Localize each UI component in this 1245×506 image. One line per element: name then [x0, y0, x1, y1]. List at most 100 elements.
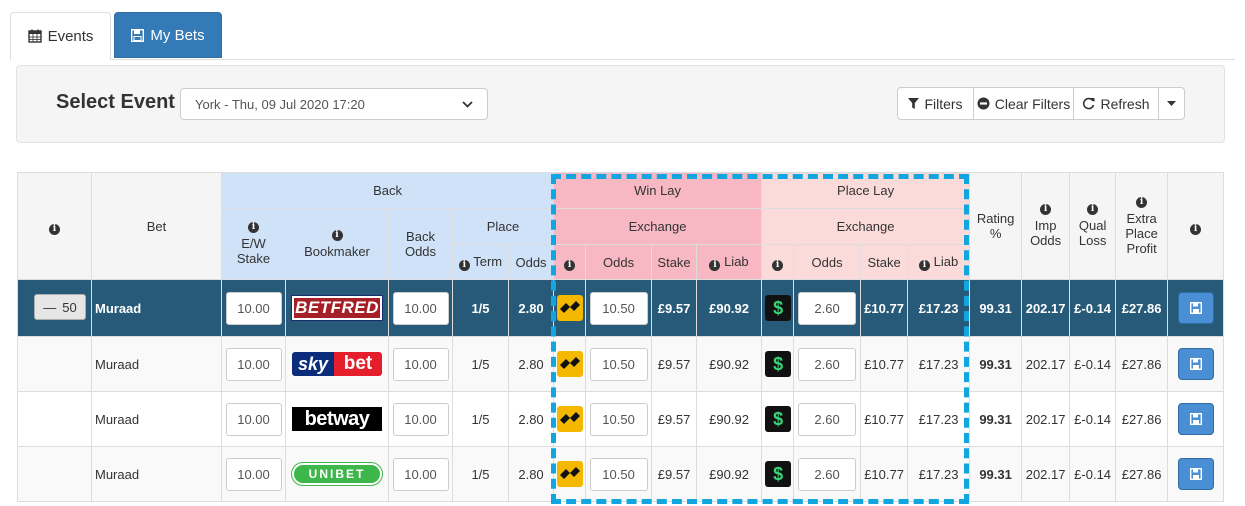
more-options-dropdown[interactable]	[1158, 87, 1185, 120]
save-cell	[1167, 391, 1225, 447]
win-lay-odds-input[interactable]: 10.50	[589, 291, 648, 325]
ew-stake-input[interactable]: 10.00	[225, 291, 282, 325]
back-odds-input[interactable]: 10.00	[392, 402, 449, 436]
qual-loss-header: i Qual Loss	[1069, 172, 1117, 280]
place-lay-odds-cell: 2.60	[793, 446, 862, 502]
ew-stake-input[interactable]: 10.00	[225, 347, 282, 381]
refresh-button[interactable]: Refresh	[1073, 87, 1159, 120]
rating-cell: 99.31	[969, 279, 1023, 337]
save-button[interactable]	[1177, 458, 1214, 490]
place-odds-cell: 2.80	[507, 446, 555, 502]
bookmaker-header-label: Bookmaker	[304, 243, 370, 259]
imp-odds-cell: 202.17	[1021, 391, 1071, 447]
clear-filters-button[interactable]: Clear Filters	[973, 87, 1074, 120]
filters-button-label: Filters	[924, 95, 963, 112]
calendar-icon	[27, 29, 42, 43]
win-lay-odds-input[interactable]: 10.50	[589, 347, 648, 381]
place-lay-odds-input[interactable]: 2.60	[798, 291, 857, 325]
place-exchange-header: Exchange	[761, 208, 971, 245]
rating-header: Rating %	[969, 172, 1023, 280]
place-liab-cell: £17.23	[907, 391, 971, 447]
table-row[interactable]: Muraad 10.00 UNIBET 10.00 1/5 2.80 10.50…	[17, 446, 1245, 502]
win-lay-odds-cell: 10.50	[585, 279, 653, 337]
win-lay-odds-input[interactable]: 10.50	[589, 457, 648, 491]
skybet-logo-sky: sky	[292, 352, 334, 376]
unibet-logo: UNIBET	[292, 463, 382, 485]
extra-place-profit-header: i Extra Place Profit	[1115, 172, 1169, 280]
place-lay-odds-input[interactable]: 2.60	[798, 402, 857, 436]
back-odds-input[interactable]: 10.00	[392, 457, 449, 491]
smarkets-exchange-icon[interactable]: $	[765, 461, 792, 487]
bet-header: Bet	[91, 172, 222, 280]
win-stake-cell: £9.57	[651, 336, 698, 392]
ew-stake-cell: 10.00	[221, 446, 286, 502]
extra-place-profit-cell: £27.86	[1115, 279, 1169, 337]
info-header: i	[17, 172, 92, 280]
win-liab-cell: £90.92	[696, 391, 763, 447]
info-icon: i	[709, 259, 721, 271]
place-odds-cell: 2.80	[507, 279, 555, 337]
term-cell: 1/5	[452, 391, 509, 447]
place-liab-cell: £17.23	[907, 446, 971, 502]
place-stake-cell: £10.77	[860, 391, 909, 447]
betfred-logo: BETFRED	[292, 296, 382, 320]
bet-name: Muraad	[91, 391, 222, 447]
minus-icon: —	[43, 299, 57, 315]
back-odds-cell: 10.00	[388, 446, 453, 502]
betfair-exchange-icon[interactable]	[557, 351, 584, 377]
place-lay-odds-input[interactable]: 2.60	[798, 457, 857, 491]
place-lay-odds-input[interactable]: 2.60	[798, 347, 857, 381]
betfair-exchange-icon[interactable]	[557, 295, 584, 321]
win-stake-cell: £9.57	[651, 391, 698, 447]
filters-button[interactable]: Filters	[897, 87, 974, 120]
place-liab-header: i Liab	[907, 244, 971, 280]
info-icon: i	[1087, 204, 1099, 215]
rating-cell: 99.31	[969, 391, 1023, 447]
save-button[interactable]	[1177, 403, 1214, 435]
back-odds-input[interactable]: 10.00	[392, 347, 449, 381]
ew-stake-input[interactable]: 10.00	[225, 402, 282, 436]
imp-odds-cell: 202.17	[1021, 336, 1071, 392]
ew-stake-header-label: E/W Stake	[236, 236, 271, 266]
back-odds-input[interactable]: 10.00	[392, 291, 449, 325]
save-button[interactable]	[1177, 348, 1214, 380]
extra-place-profit-header-label: Extra Place Profit	[1125, 210, 1158, 256]
table-row[interactable]: Muraad 10.00 betway 10.00 1/5 2.80 10.50…	[17, 391, 1245, 447]
place-lay-odds-cell: 2.60	[793, 336, 862, 392]
tab-my-bets[interactable]: My Bets	[114, 12, 222, 58]
info-icon: i	[49, 223, 60, 235]
bookmaker-header: i Bookmaker	[285, 208, 389, 280]
extra-place-profit-cell: £27.86	[1115, 446, 1169, 502]
event-panel: Select Event York - Thu, 09 Jul 2020 17:…	[16, 65, 1225, 143]
betfair-exchange-icon[interactable]	[557, 461, 584, 487]
win-exchange-info-header: i	[553, 244, 587, 280]
tab-events[interactable]: Events	[10, 12, 111, 60]
bookmaker-cell: BETFRED	[285, 279, 389, 337]
table-group-row[interactable]: — 50 Muraad 10.00 BETFRED 10.00 1/5 2.80…	[17, 279, 1245, 337]
save-button[interactable]	[1177, 292, 1214, 324]
win-lay-odds-input[interactable]: 10.50	[589, 402, 648, 436]
smarkets-exchange-icon[interactable]: $	[765, 351, 792, 377]
bet-name: Muraad	[91, 336, 222, 392]
collapse-button[interactable]: — 50	[34, 294, 86, 320]
place-exchange-cell: $	[761, 279, 795, 337]
betfair-exchange-icon[interactable]	[557, 406, 584, 432]
qual-loss-cell: £-0.14	[1069, 279, 1117, 337]
back-odds-cell: 10.00	[388, 279, 453, 337]
win-lay-odds-cell: 10.50	[585, 391, 653, 447]
place-group-header: Place	[451, 208, 555, 245]
ew-stake-input[interactable]: 10.00	[225, 457, 282, 491]
smarkets-exchange-icon[interactable]: $	[765, 406, 792, 432]
floppy-disk-icon	[1189, 413, 1202, 425]
win-lay-odds-cell: 10.50	[585, 446, 653, 502]
chevron-down-icon	[462, 100, 473, 108]
info-icon: i	[1040, 204, 1052, 215]
smarkets-exchange-icon[interactable]: $	[765, 295, 792, 321]
table-row[interactable]: Muraad 10.00 sky bet 10.00 1/5 2.80 10.50…	[17, 336, 1245, 392]
win-stake-cell: £9.57	[651, 279, 698, 337]
place-liab-cell: £17.23	[907, 336, 971, 392]
bet-name: Muraad	[91, 279, 222, 337]
collapse-count: 50	[62, 299, 77, 315]
term-cell: 1/5	[452, 446, 509, 502]
event-select[interactable]: York - Thu, 09 Jul 2020 17:20	[180, 88, 488, 120]
